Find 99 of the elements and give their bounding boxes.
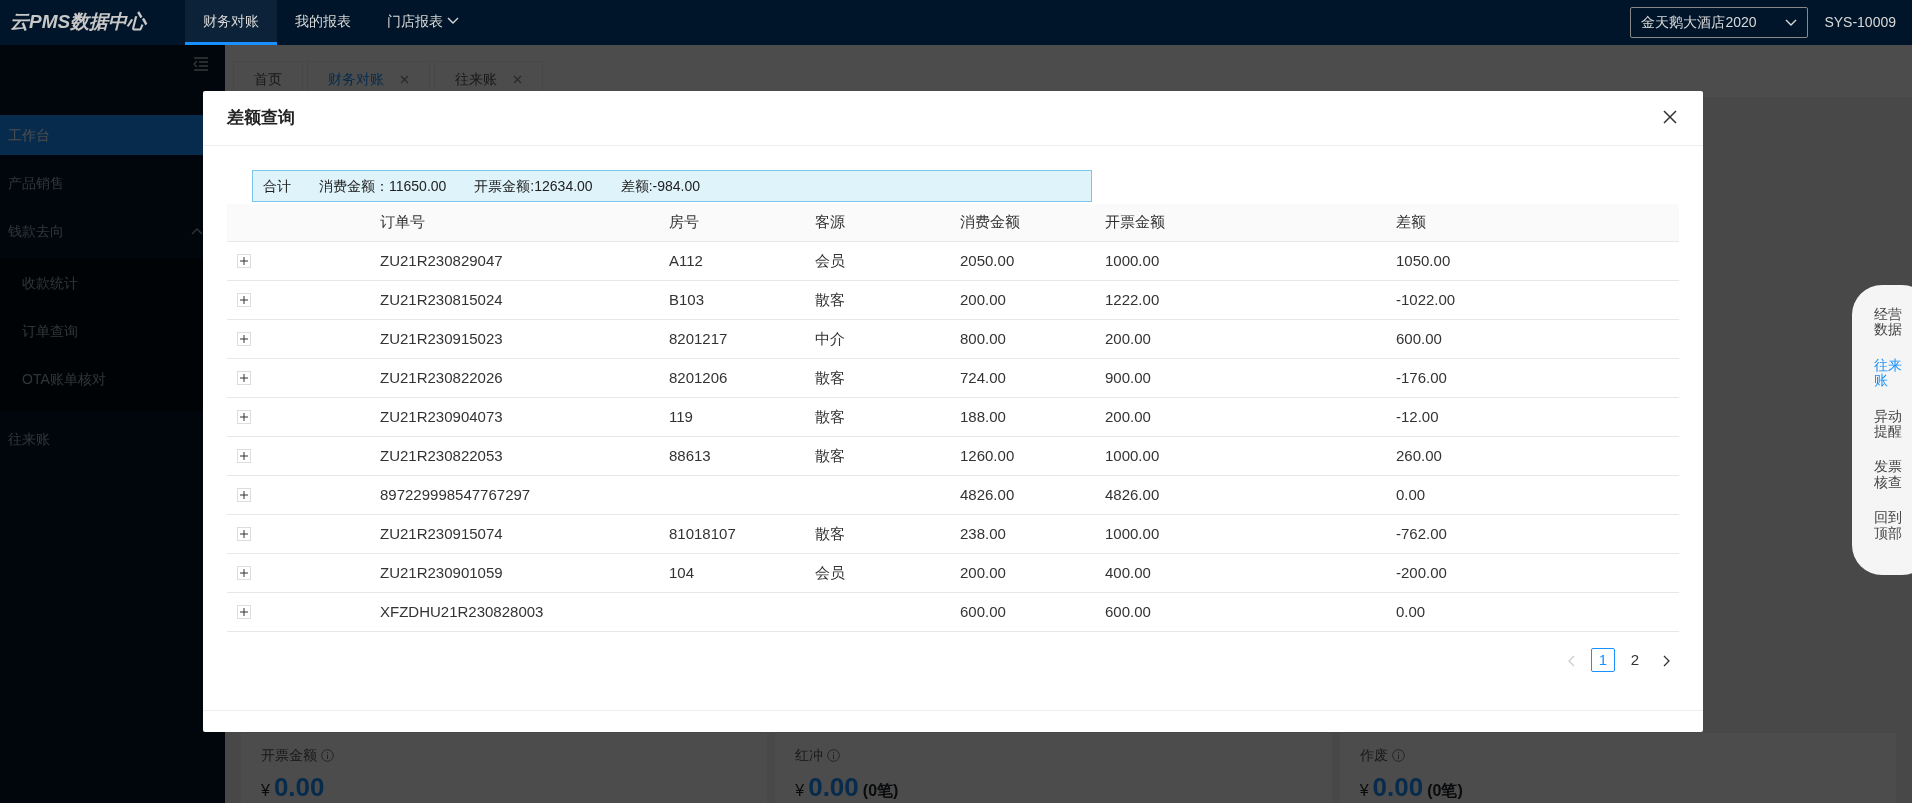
table-cell-text: 104 <box>669 562 696 583</box>
amount-value: 0.00 <box>808 770 859 803</box>
summary-value: 开票金额:12634.00 <box>474 176 593 196</box>
table-cell-text: -200.00 <box>1396 562 1448 583</box>
table-cell-text: 724.00 <box>960 367 1007 388</box>
table-cell-text: 800.00 <box>960 328 1007 349</box>
table-cell-text: ZU21R230915074 <box>380 523 504 544</box>
amount-value: 0.00 <box>1372 770 1424 803</box>
table-cell-text: 88613 <box>669 445 712 466</box>
amount-value: 0.00 <box>273 770 325 803</box>
table-cell-text: 0.00 <box>1396 601 1427 622</box>
quick-nav-item[interactable]: 发票核查 <box>1874 459 1902 491</box>
column-header: 差额 <box>1396 212 1427 233</box>
table-cell-text: 200.00 <box>1105 328 1152 349</box>
expand-button[interactable] <box>237 371 251 385</box>
table-cell-text: B103 <box>669 289 706 310</box>
user-id: SYS-10009 <box>1824 13 1896 32</box>
table-cell-text: 会员 <box>815 562 846 583</box>
count-text: (0笔) <box>1427 780 1463 801</box>
expand-button[interactable] <box>237 566 251 580</box>
table-cell-text: 1222.00 <box>1105 289 1161 310</box>
table-cell-text: 1000.00 <box>1105 445 1161 466</box>
column-header: 房号 <box>669 212 700 233</box>
table-cell-text: 4826.00 <box>960 484 1016 505</box>
table-cell-text: -762.00 <box>1396 523 1448 544</box>
quick-nav-item[interactable]: 回到顶部 <box>1874 510 1902 541</box>
table-cell-text: 200.00 <box>960 289 1007 310</box>
table-cell-text: 600.00 <box>1105 601 1152 622</box>
table-cell-text: 散客 <box>815 523 846 544</box>
table-cell-text: 600.00 <box>960 601 1007 622</box>
table-cell-text: 119 <box>669 406 694 427</box>
table-cell-text: 0.00 <box>1396 484 1427 505</box>
dialog-title: 差额查询 <box>227 107 295 130</box>
table-cell-text: 200.00 <box>1105 406 1152 427</box>
table-cell-text: 散客 <box>815 289 846 310</box>
quick-nav-item[interactable]: 经营数据 <box>1874 307 1902 338</box>
expand-button[interactable] <box>237 527 251 541</box>
table-cell-text: 897229998547767297 <box>380 484 532 505</box>
table-cell-text: XFZDHU21R230828003 <box>380 601 545 622</box>
currency-symbol: ¥ <box>261 780 270 801</box>
table-cell-text: 260.00 <box>1396 445 1443 466</box>
chevron-right-icon <box>1663 655 1671 668</box>
table-cell-text: 2050.00 <box>960 250 1016 271</box>
table-cell-text: A112 <box>669 250 704 271</box>
table-cell-text: ZU21R230822026 <box>380 367 504 388</box>
table-cell-text: 中介 <box>815 328 846 349</box>
expand-button[interactable] <box>237 254 251 268</box>
caret-down-icon <box>1785 18 1798 27</box>
currency-symbol: ¥ <box>1359 780 1369 801</box>
column-header: 消费金额 <box>960 212 1021 233</box>
table-cell-text: 1260.00 <box>960 445 1016 466</box>
table-cell-text: 188.00 <box>960 406 1007 427</box>
table-cell-text: ZU21R230822053 <box>380 445 504 466</box>
table-cell-text: 200.00 <box>960 562 1007 583</box>
summary-value: 差额:-984.00 <box>620 176 701 196</box>
expand-button[interactable] <box>237 410 251 424</box>
table-cell-text: 散客 <box>815 367 846 388</box>
table-cell-text: -12.00 <box>1396 406 1440 427</box>
table-cell-text: 1000.00 <box>1105 523 1161 544</box>
table-cell-text: ZU21R230915023 <box>380 328 504 349</box>
table-cell-text: 600.00 <box>1396 328 1443 349</box>
expand-button[interactable] <box>237 293 251 307</box>
table-cell-text: 238.00 <box>960 523 1007 544</box>
table-cell-text: 8201217 <box>669 328 729 349</box>
app-logo: 云PMS数据中心 <box>9 10 148 35</box>
table-cell-text: ZU21R230901059 <box>380 562 504 583</box>
currency-symbol: ¥ <box>795 780 805 801</box>
summary-value: 消费金额：11650.00 <box>319 176 447 196</box>
column-header: 订单号 <box>380 212 426 233</box>
table-cell-text: ZU21R230815024 <box>380 289 504 310</box>
summary-label: 合计 <box>263 176 291 196</box>
count-text: (0笔) <box>862 780 899 801</box>
table-cell-text: 900.00 <box>1105 367 1152 388</box>
table-cell-text: 散客 <box>815 445 846 466</box>
table-cell-text: ZU21R230904073 <box>380 406 504 427</box>
table-cell-text: 4826.00 <box>1105 484 1161 505</box>
column-header: 客源 <box>815 212 846 233</box>
expand-button[interactable] <box>237 332 251 346</box>
table-cell-text: 400.00 <box>1105 562 1152 583</box>
close-button[interactable] <box>1663 110 1679 126</box>
table-cell-text: ZU21R230829047 <box>380 250 504 271</box>
nav-tab[interactable]: 我的报表 <box>277 0 369 45</box>
nav-tab[interactable]: 门店报表 <box>369 0 477 45</box>
nav-tab[interactable]: 财务对账 <box>185 0 277 45</box>
column-header: 开票金额 <box>1105 212 1166 233</box>
expand-button[interactable] <box>237 605 251 619</box>
table-cell-text: 会员 <box>815 250 846 271</box>
table-cell-text: 81018107 <box>669 523 737 544</box>
chevron-left-icon <box>1567 655 1575 668</box>
table-cell-text: 散客 <box>815 406 846 427</box>
table-cell-text: 1050.00 <box>1396 250 1452 271</box>
table-cell-text: -1022.00 <box>1396 289 1457 310</box>
quick-nav-item[interactable]: 异动提醒 <box>1874 408 1902 440</box>
table-cell-text: 1000.00 <box>1105 250 1161 271</box>
hotel-select[interactable]: 金天鹅大酒店2020 <box>1630 7 1809 38</box>
expand-button[interactable] <box>237 449 251 463</box>
expand-button[interactable] <box>237 488 251 502</box>
table-cell-text: -176.00 <box>1396 367 1448 388</box>
table-cell-text: 8201206 <box>669 367 729 388</box>
